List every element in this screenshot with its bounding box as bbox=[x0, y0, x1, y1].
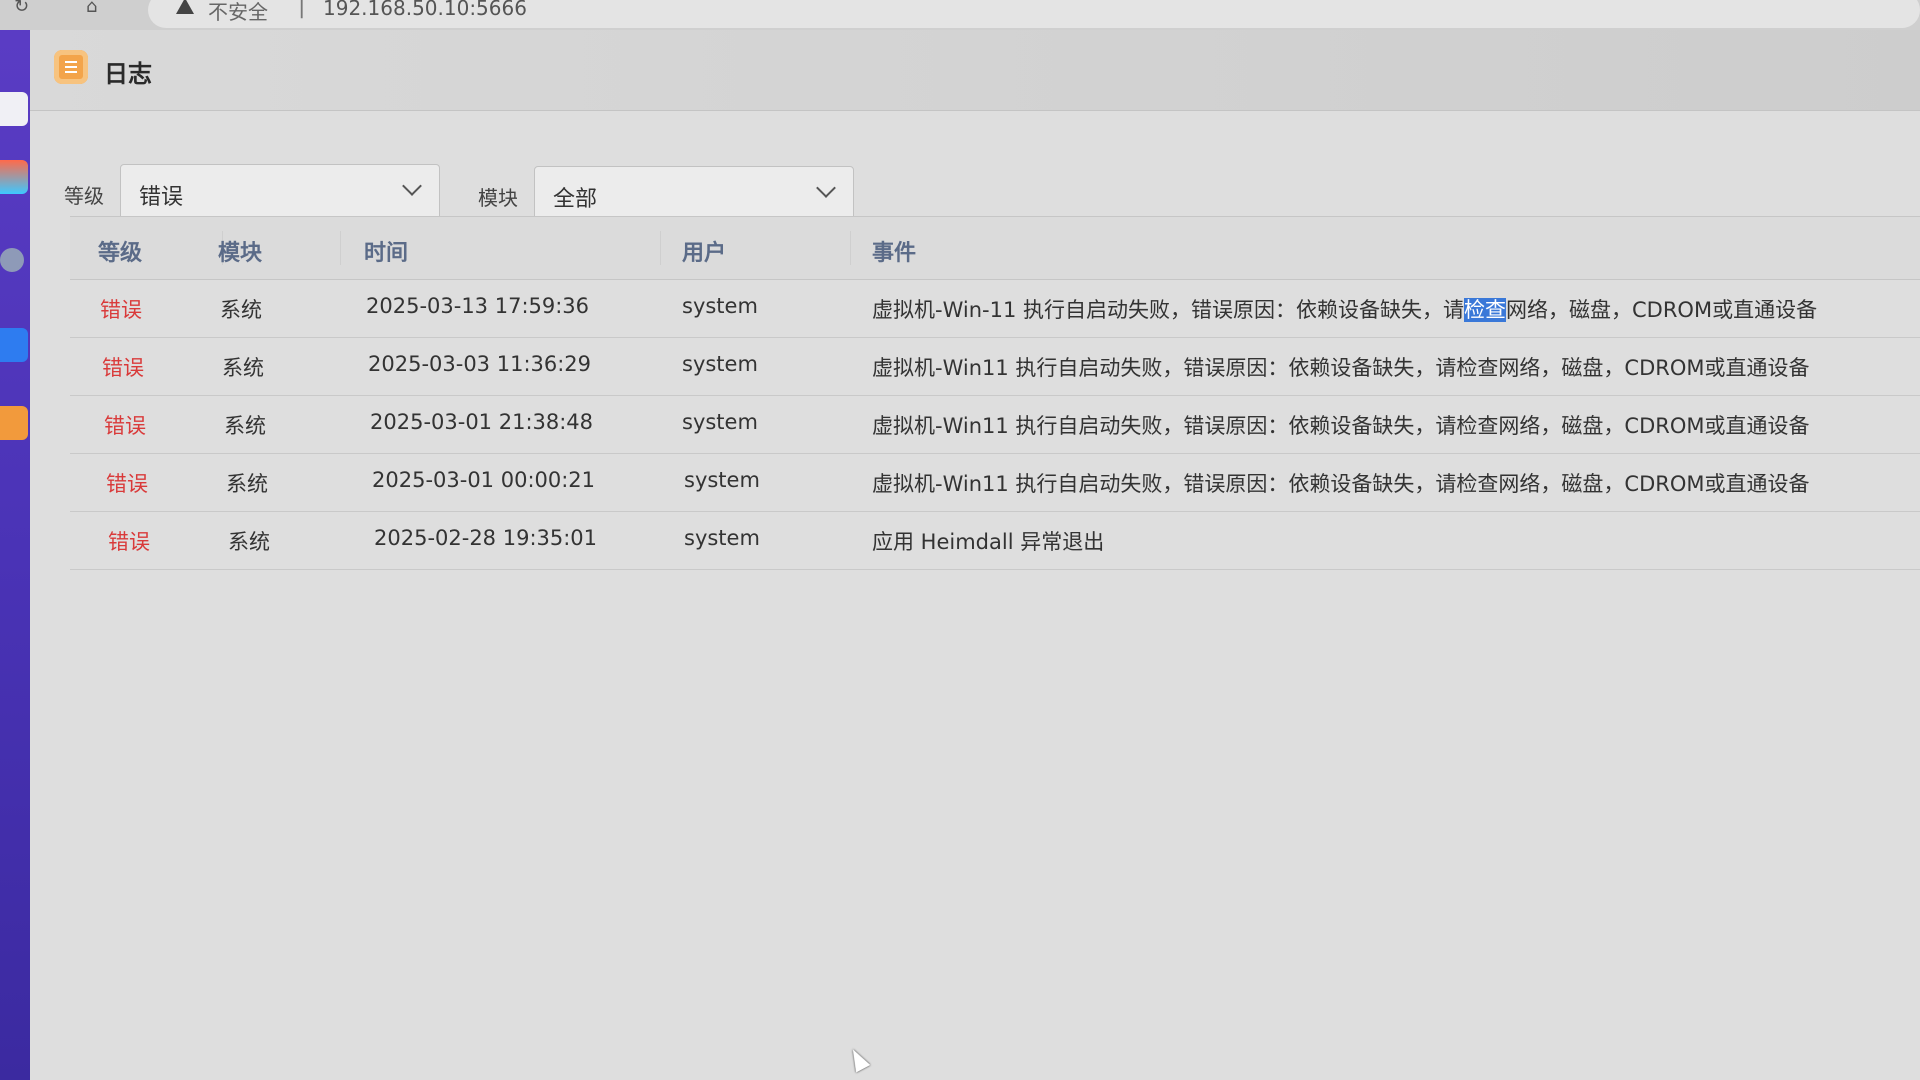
row-time: 2025-03-03 11:36:29 bbox=[368, 352, 592, 376]
column-header-user[interactable]: 用户 bbox=[682, 235, 726, 267]
column-divider bbox=[340, 231, 341, 265]
row-level: 错误 bbox=[104, 414, 146, 438]
event-text-after: 网络，磁盘，CDROM或直通设备 bbox=[1506, 298, 1818, 322]
row-user: system bbox=[682, 410, 758, 434]
security-status[interactable]: 不安全 bbox=[208, 0, 268, 25]
warning-icon bbox=[176, 0, 194, 14]
row-level: 错误 bbox=[102, 356, 144, 380]
row-module: 系统 bbox=[220, 298, 262, 322]
row-time: 2025-03-01 21:38:48 bbox=[370, 410, 594, 434]
module-select-value: 全部 bbox=[553, 187, 598, 212]
row-event: 应用 Heimdall 异常退出 bbox=[872, 530, 1105, 554]
row-user: system bbox=[684, 526, 760, 550]
address-separator: | bbox=[298, 0, 306, 19]
reload-icon[interactable]: ↻ bbox=[14, 0, 40, 16]
column-header-event[interactable]: 事件 bbox=[872, 235, 916, 267]
table-row[interactable]: 错误 系统 2025-03-03 11:36:29 system 虚拟机-Win… bbox=[70, 338, 1920, 396]
level-select[interactable]: 错误 bbox=[120, 164, 440, 220]
log-table: 等级 模块 时间 用户 事件 错误 系统 2025-03-13 17:59:36… bbox=[70, 216, 1920, 570]
module-select[interactable]: 全部 bbox=[534, 166, 854, 222]
dock-settings-icon[interactable] bbox=[0, 248, 24, 272]
table-row[interactable]: 错误 系统 2025-02-28 19:35:01 system 应用 Heim… bbox=[70, 512, 1920, 570]
window-title-bar: 日志 bbox=[30, 30, 1920, 111]
row-level: 错误 bbox=[108, 530, 150, 554]
row-time: 2025-03-13 17:59:36 bbox=[366, 294, 590, 318]
column-header-level[interactable]: 等级 bbox=[98, 235, 142, 267]
row-module: 系统 bbox=[222, 356, 264, 380]
filter-bar: 等级 错误 模块 全部 bbox=[30, 130, 1920, 222]
address-bar[interactable]: 不安全 | 192.168.50.10:5666 bbox=[148, 0, 1920, 28]
row-module: 系统 bbox=[224, 414, 266, 438]
row-time: 2025-03-01 00:00:21 bbox=[372, 468, 596, 492]
column-header-time[interactable]: 时间 bbox=[364, 235, 408, 267]
table-row[interactable]: 错误 系统 2025-03-01 21:38:48 system 虚拟机-Win… bbox=[70, 396, 1920, 454]
home-icon[interactable]: ⌂ bbox=[86, 0, 112, 16]
screen: ↻ ⌂ 不安全 | 192.168.50.10:5666 日志 等级 错误 模块 bbox=[0, 0, 1920, 1080]
log-icon bbox=[54, 50, 88, 84]
dock-app-icon[interactable] bbox=[0, 160, 28, 194]
row-event: 虚拟机-Win-11 执行自启动失败，错误原因：依赖设备缺失，请检查网络，磁盘，… bbox=[872, 294, 1817, 324]
dock-app-icon[interactable] bbox=[0, 328, 28, 362]
row-event: 虚拟机-Win11 执行自启动失败，错误原因：依赖设备缺失，请检查网络，磁盘，C… bbox=[872, 414, 1810, 438]
column-header-module[interactable]: 模块 bbox=[218, 235, 262, 267]
module-filter-label: 模块 bbox=[478, 186, 518, 210]
dock-app-icon[interactable] bbox=[0, 92, 28, 126]
column-divider bbox=[850, 231, 851, 265]
url-text[interactable]: 192.168.50.10:5666 bbox=[323, 0, 527, 20]
column-divider bbox=[660, 231, 661, 265]
level-select-value: 错误 bbox=[139, 185, 184, 210]
selected-text[interactable]: 检查 bbox=[1464, 298, 1506, 322]
table-row[interactable]: 错误 系统 2025-03-01 00:00:21 system 虚拟机-Win… bbox=[70, 454, 1920, 512]
row-user: system bbox=[684, 468, 760, 492]
row-level: 错误 bbox=[100, 298, 142, 322]
chevron-down-icon bbox=[816, 178, 836, 198]
chevron-down-icon bbox=[402, 176, 422, 196]
row-event: 虚拟机-Win11 执行自启动失败，错误原因：依赖设备缺失，请检查网络，磁盘，C… bbox=[872, 356, 1810, 380]
window-title: 日志 bbox=[104, 60, 152, 88]
row-module: 系统 bbox=[228, 530, 270, 554]
row-time: 2025-02-28 19:35:01 bbox=[374, 526, 598, 550]
level-filter-label: 等级 bbox=[64, 184, 104, 208]
table-row[interactable]: 错误 系统 2025-03-13 17:59:36 system 虚拟机-Win… bbox=[70, 280, 1920, 338]
dock-log-icon[interactable] bbox=[0, 406, 28, 440]
row-module: 系统 bbox=[226, 472, 268, 496]
row-level: 错误 bbox=[106, 472, 148, 496]
event-text-before: 虚拟机-Win-11 执行自启动失败，错误原因：依赖设备缺失，请 bbox=[872, 298, 1464, 322]
row-user: system bbox=[682, 352, 758, 376]
row-event: 虚拟机-Win11 执行自启动失败，错误原因：依赖设备缺失，请检查网络，磁盘，C… bbox=[872, 472, 1810, 496]
row-user: system bbox=[682, 294, 758, 318]
table-header: 等级 模块 时间 用户 事件 bbox=[70, 217, 1920, 280]
browser-toolbar: ↻ ⌂ 不安全 | 192.168.50.10:5666 bbox=[0, 0, 1920, 31]
log-window: 日志 等级 错误 模块 全部 等级 模块 时间 用户 事件 错误 系统 2025… bbox=[30, 30, 1920, 1080]
